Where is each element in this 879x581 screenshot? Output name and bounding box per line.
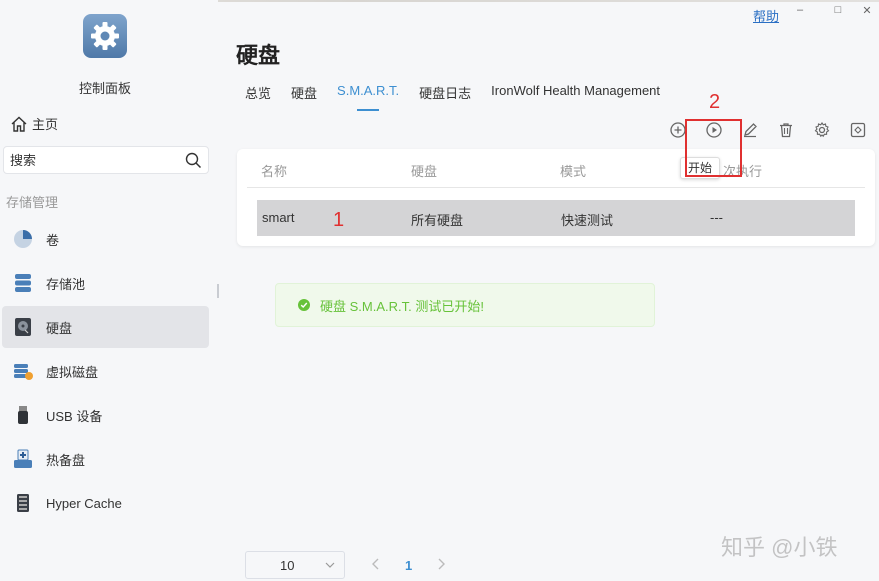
sidebar-item-label: Hyper Cache	[46, 495, 122, 511]
volume-pie-icon	[12, 228, 34, 250]
maximize-button[interactable]: □	[828, 4, 848, 22]
sidebar-resize-handle[interactable]	[217, 284, 219, 298]
column-header-mode[interactable]: 模式	[560, 161, 586, 180]
hyper-cache-icon	[12, 492, 34, 514]
tab-hard-disk[interactable]: 硬盘	[291, 83, 317, 107]
table-row[interactable]: smart 所有硬盘 快速测试 ---	[257, 200, 855, 236]
expand-icon	[850, 122, 866, 138]
chevron-left-icon	[372, 558, 379, 569]
app-title: 控制面板	[78, 81, 131, 96]
pagination: 10 1	[245, 551, 446, 579]
control-panel-gear-icon	[83, 14, 127, 58]
column-header-name[interactable]: 名称	[261, 161, 287, 180]
expand-button[interactable]	[840, 119, 876, 141]
tab-bar: 总览 硬盘 S.M.A.R.T. 硬盘日志 IronWolf Health Ma…	[245, 83, 680, 111]
prev-page-button[interactable]	[371, 558, 381, 573]
settings-button[interactable]	[804, 119, 840, 141]
home-link[interactable]: 主页	[10, 114, 58, 133]
edit-icon	[744, 123, 757, 138]
table-header: 名称 硬盘 模式 次执行	[247, 149, 865, 188]
page-size-value: 10	[280, 557, 295, 573]
annotation-highlight-box	[685, 119, 742, 177]
tab-disk-log[interactable]: 硬盘日志	[419, 83, 471, 107]
minimize-button[interactable]: –	[790, 4, 810, 22]
sidebar: 控制面板 主页 存储管理 卷 存储池 硬盘 虚拟磁盘	[0, 0, 218, 581]
tab-overview[interactable]: 总览	[245, 83, 271, 107]
sidebar-item-label: 存储池	[46, 276, 86, 292]
next-page-button[interactable]	[436, 558, 446, 573]
tab-ironwolf[interactable]: IronWolf Health Management	[491, 83, 660, 107]
sidebar-item-hot-spare[interactable]: 热备盘	[2, 438, 209, 480]
search-icon[interactable]	[185, 152, 202, 169]
sidebar-item-volume[interactable]: 卷	[2, 218, 209, 260]
cell-name: smart	[262, 210, 295, 225]
chevron-down-icon	[325, 562, 335, 568]
sidebar-item-label: 热备盘	[46, 452, 86, 468]
hard-disk-icon	[12, 316, 34, 338]
sidebar-item-label: 虚拟磁盘	[46, 364, 99, 380]
cell-disk: 所有硬盘	[411, 213, 464, 228]
page-title: 硬盘	[236, 43, 281, 68]
sidebar-item-hard-disk[interactable]: 硬盘	[2, 306, 209, 348]
sidebar-item-storage-pool[interactable]: 存储池	[2, 262, 209, 304]
annotation-mark-2: 2	[709, 91, 721, 113]
watermark-text: 知乎 @小铁	[721, 535, 838, 560]
gear-icon	[814, 122, 830, 138]
hot-spare-icon	[12, 448, 34, 470]
chevron-right-icon	[438, 558, 446, 569]
cell-last-run: ---	[710, 210, 723, 225]
sidebar-item-label: 硬盘	[46, 320, 73, 336]
sidebar-item-usb[interactable]: USB 设备	[2, 394, 209, 436]
storage-pool-icon	[12, 272, 34, 294]
success-toast: 硬盘 S.M.A.R.T. 测试已开始!	[275, 283, 655, 327]
sidebar-item-label: 卷	[46, 232, 60, 248]
home-icon	[11, 116, 27, 132]
annotation-mark-1: 1	[333, 209, 345, 231]
page-size-select[interactable]: 10	[245, 551, 345, 579]
close-button[interactable]: ✕	[857, 4, 877, 22]
virtual-disk-icon	[12, 360, 34, 382]
home-label: 主页	[32, 117, 59, 132]
page-nav: 1	[371, 558, 446, 573]
tab-smart[interactable]: S.M.A.R.T.	[337, 83, 399, 111]
column-header-disk[interactable]: 硬盘	[411, 161, 437, 180]
usb-icon	[12, 404, 34, 426]
cell-mode: 快速测试	[561, 213, 614, 228]
help-link[interactable]: 帮助	[753, 6, 779, 25]
trash-icon	[780, 123, 792, 138]
sidebar-item-hyper-cache[interactable]: Hyper Cache	[2, 482, 209, 524]
toast-message: 硬盘 S.M.A.R.T. 测试已开始!	[320, 298, 484, 314]
page-number-current[interactable]: 1	[405, 558, 412, 573]
sidebar-item-label: USB 设备	[46, 408, 103, 424]
sidebar-item-virtual-disk[interactable]: 虚拟磁盘	[2, 350, 209, 392]
section-label-storage: 存储管理	[6, 195, 59, 210]
delete-button[interactable]	[768, 119, 804, 141]
check-circle-icon	[298, 299, 310, 311]
search-input[interactable]	[4, 147, 174, 173]
search-box	[3, 146, 209, 174]
